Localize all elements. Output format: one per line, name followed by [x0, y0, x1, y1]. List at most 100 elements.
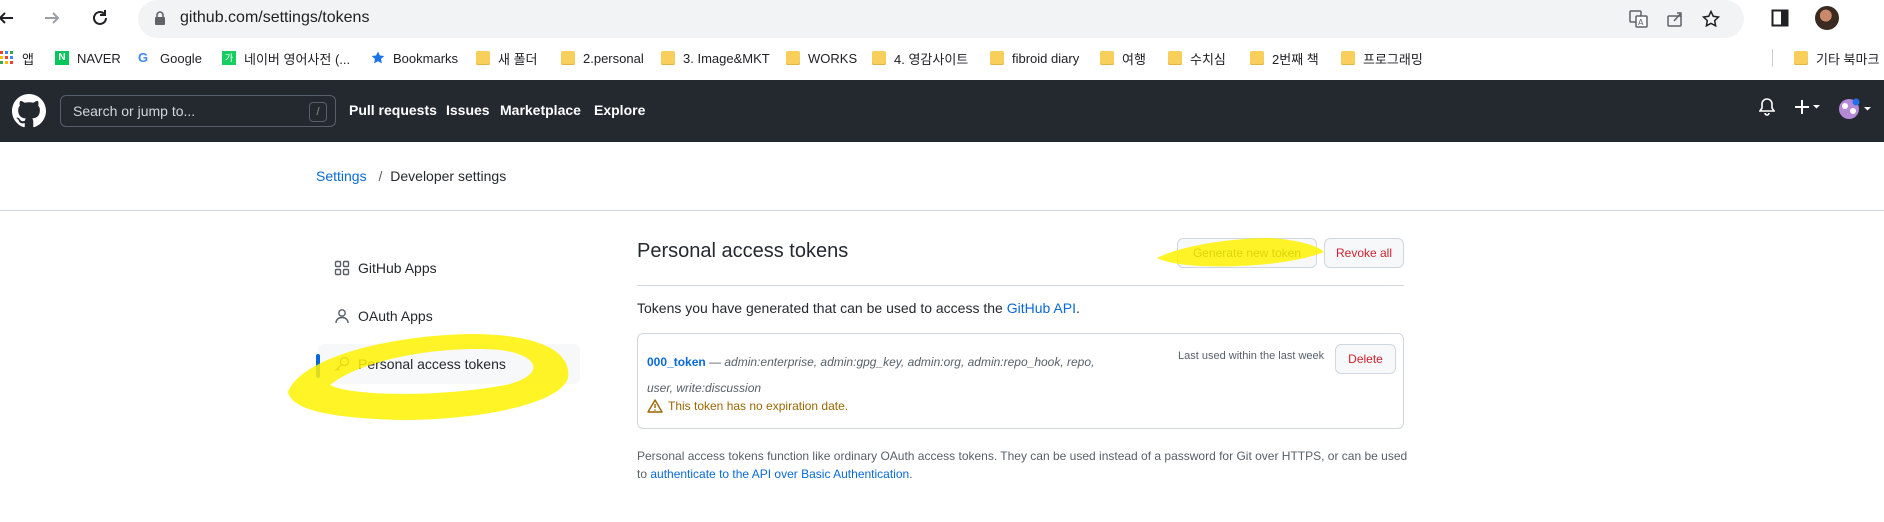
breadcrumb-separator: / [378, 168, 383, 184]
bell-icon[interactable] [1759, 98, 1775, 116]
bookmark-label: 네이버 영어사전 (... [244, 51, 351, 67]
search-input[interactable]: Search or jump to... / [60, 95, 336, 127]
bookmark-label: Bookmarks [393, 50, 459, 66]
intro-text: Tokens you have generated that can be us… [637, 300, 1080, 316]
search-shortcut-key: / [309, 102, 327, 122]
reload-icon[interactable] [86, 4, 114, 32]
back-icon[interactable] [0, 4, 20, 32]
profile-avatar[interactable] [1813, 4, 1841, 32]
token-name-link[interactable]: 000_token [647, 355, 706, 369]
apps-grid-icon [0, 51, 14, 65]
bookmark-folder[interactable]: 2.personal [561, 44, 644, 72]
folder-icon [872, 51, 886, 65]
sidebar-item-oauth-apps[interactable]: OAuth Apps [318, 296, 580, 336]
expiration-warning: This token has no expiration date. [647, 399, 848, 413]
breadcrumb: Settings / Developer settings [316, 168, 506, 184]
bookmark-label: 4. 영감사이트 [894, 51, 969, 67]
folder-icon [1100, 51, 1114, 65]
bookmark-label: 수치심 [1190, 51, 1226, 67]
token-last-used: Last used within the last week [1178, 350, 1325, 362]
footer-note-end: . [909, 467, 913, 481]
bookmark-naver-dict[interactable]: 가 네이버 영어사전 (... [222, 44, 350, 72]
intro-text-body: Tokens you have generated that can be us… [637, 300, 1007, 316]
forward-icon[interactable] [38, 4, 66, 32]
sidebar-item-personal-access-tokens[interactable]: Personal access tokens [316, 344, 580, 384]
folder-icon [476, 51, 490, 65]
bookmark-label: NAVER [77, 50, 121, 66]
breadcrumb-settings-link[interactable]: Settings [316, 168, 367, 184]
bookmark-label: 앱 [22, 51, 34, 67]
delete-token-button[interactable]: Delete [1335, 344, 1396, 374]
person-icon [334, 308, 350, 324]
folder-icon [990, 51, 1004, 65]
highlighter-marks [288, 238, 1324, 420]
google-icon: G [138, 50, 149, 65]
bookmark-folder[interactable]: WORKS [786, 44, 857, 72]
bookmark-folder[interactable]: 2번째 책 [1250, 44, 1319, 72]
address-bar[interactable]: github.com/settings/tokens A [138, 0, 1744, 38]
bookmark-apps[interactable]: 앱 [0, 44, 34, 72]
bookmark-folder[interactable]: fibroid diary [990, 44, 1079, 72]
url-text: github.com/settings/tokens [180, 9, 370, 26]
nav-explore[interactable]: Explore [594, 102, 645, 118]
revoke-all-button[interactable]: Revoke all [1324, 238, 1404, 268]
github-logo-icon[interactable] [12, 94, 46, 128]
nav-pull-requests[interactable]: Pull requests [349, 102, 437, 118]
plus-icon[interactable] [1794, 98, 1822, 116]
bookmark-other[interactable]: 기타 북마크 [1794, 44, 1879, 72]
bookmark-folder[interactable]: 여행 [1100, 44, 1146, 72]
share-icon[interactable] [1662, 6, 1688, 32]
bookmark-folder[interactable]: 4. 영감사이트 [872, 44, 968, 72]
bookmark-label: Google [160, 50, 202, 66]
bookmark-folder[interactable]: 3. Image&MKT [661, 44, 770, 72]
folder-icon [1250, 51, 1264, 65]
bookmark-label: 3. Image&MKT [683, 50, 770, 66]
bookmark-folder[interactable]: 프로그래밍 [1341, 44, 1423, 72]
folder-icon [661, 51, 675, 65]
bookmarks-bar: 앱 N NAVER G Google 가 네이버 영어사전 (... Bookm… [0, 44, 1884, 72]
naver-icon: N [55, 51, 69, 65]
github-api-link[interactable]: GitHub API [1007, 300, 1076, 316]
page-title: Personal access tokens [637, 240, 849, 262]
bookmark-naver[interactable]: N NAVER [55, 44, 121, 72]
bookmark-google[interactable]: G Google [138, 44, 202, 72]
folder-icon [1341, 51, 1355, 65]
lock-icon [154, 11, 166, 31]
breadcrumb-current: Developer settings [390, 168, 507, 184]
bookmark-folder[interactable]: 새 폴더 [476, 44, 538, 72]
bookmark-bookmarks[interactable]: Bookmarks [371, 44, 458, 72]
generate-new-token-button[interactable]: Generate new token [1177, 238, 1317, 268]
bookmark-label: WORKS [808, 50, 858, 66]
bookmark-label: fibroid diary [1012, 50, 1080, 66]
sidebar-item-label: GitHub Apps [358, 260, 437, 276]
sidebar-item-github-apps[interactable]: GitHub Apps [318, 248, 580, 288]
translate-icon[interactable]: A [1626, 6, 1652, 32]
token-dash: — [705, 355, 725, 369]
folder-icon [1168, 51, 1182, 65]
search-placeholder: Search or jump to... [73, 103, 196, 119]
github-header: Search or jump to... / Pull requests Iss… [0, 80, 1884, 142]
token-list-item: 000_token — admin:enterprise, admin:gpg_… [637, 333, 1404, 429]
svg-text:A: A [1638, 18, 1644, 27]
basic-auth-link[interactable]: authenticate to the API over Basic Authe… [650, 467, 909, 481]
nav-issues[interactable]: Issues [446, 102, 490, 118]
star-icon [371, 51, 385, 65]
bookmark-label: 2번째 책 [1272, 51, 1319, 67]
header-divider [0, 210, 1884, 211]
user-avatar[interactable] [1838, 98, 1872, 120]
side-panel-icon[interactable] [1766, 4, 1794, 32]
bookmark-label: 여행 [1122, 51, 1146, 67]
intro-text-end: . [1075, 300, 1080, 316]
bookmark-label: 프로그래밍 [1363, 51, 1423, 67]
browser-toolbar: github.com/settings/tokens A [0, 0, 1884, 40]
naver-dict-icon: 가 [222, 51, 236, 65]
token-description: 000_token — admin:enterprise, admin:gpg_… [647, 349, 1117, 401]
apps-icon [334, 260, 350, 276]
sidebar-item-label: OAuth Apps [358, 308, 433, 324]
bookmark-folder[interactable]: 수치심 [1168, 44, 1226, 72]
folder-icon [561, 51, 575, 65]
nav-marketplace[interactable]: Marketplace [500, 102, 581, 118]
expiration-warning-text: This token has no expiration date. [668, 399, 849, 413]
alert-icon [647, 399, 663, 413]
star-icon[interactable] [1698, 6, 1724, 32]
